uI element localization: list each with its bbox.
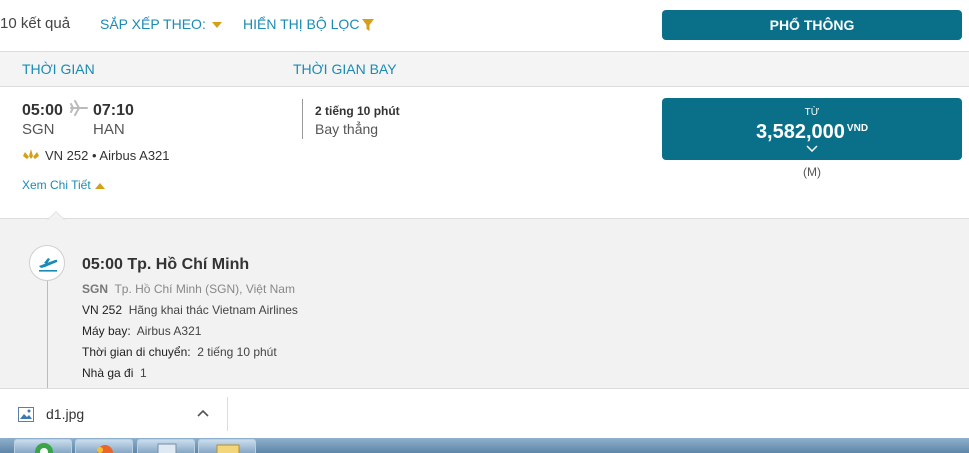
arrival-time: 07:10: [93, 102, 134, 119]
segment-terminal-label: Nhà ga đi: [82, 366, 134, 380]
flight-duration: 2 tiếng 10 phút: [315, 104, 400, 118]
segment-aircraft: Airbus A321: [136, 324, 202, 338]
segment-terminal: 1: [140, 366, 147, 380]
price-currency: VND: [846, 123, 869, 134]
segment-travel-time-label: Thời gian di chuyển:: [82, 345, 191, 359]
timeline-node: [29, 245, 65, 281]
nonstop-label: Bay thẳng: [315, 121, 379, 137]
taskbar-app-paint[interactable]: [75, 439, 133, 453]
column-header: THỜI GIAN THỜI GIAN BAY: [0, 52, 969, 87]
segment-operator: Hãng khai thác Vietnam Airlines: [128, 303, 298, 317]
fare-class: (M): [803, 165, 821, 179]
airline-lotus-icon: [23, 149, 39, 159]
taskbar-app-explorer[interactable]: [198, 439, 256, 453]
flight-number-aircraft: VN 252 • Airbus A321: [45, 148, 170, 163]
departure-time: 05:00: [22, 102, 63, 119]
caret-up-icon: [94, 182, 105, 189]
sort-label: SẮP XẾP THEO:: [100, 16, 206, 32]
segment-airport-code: SGN: [82, 282, 109, 296]
segment-title: 05:00 Tp. Hồ Chí Minh: [82, 256, 250, 273]
taskbar-app-notepad[interactable]: [137, 439, 195, 453]
download-file-name[interactable]: d1.jpg: [46, 406, 84, 422]
caret-down-icon: [211, 22, 222, 29]
segment-travel-time: 2 tiếng 10 phút: [197, 345, 277, 359]
download-separator: [227, 397, 228, 431]
price-from-label: TỪ: [804, 107, 820, 118]
timeline-line: [47, 280, 48, 388]
segment-aircraft-line: Máy bay: Airbus A321: [82, 324, 201, 338]
chrome-icon: [35, 443, 53, 453]
filter-label: HIỂN THỊ BỘ LỌC: [243, 16, 360, 32]
details-pointer-fill: [48, 212, 64, 220]
download-bar: d1.jpg: [0, 388, 969, 438]
takeoff-icon: [39, 258, 58, 272]
paint-icon: [97, 445, 113, 453]
vertical-divider: [302, 99, 303, 139]
chevron-up-icon[interactable]: [197, 409, 209, 417]
chevron-down-icon: [806, 145, 818, 152]
filter-toggle[interactable]: HIỂN THỊ BỘ LỌC: [243, 16, 375, 32]
column-time: THỜI GIAN: [22, 61, 95, 77]
flight-row[interactable]: 05:00 07:10 SGN HAN VN 252 • Airbus A321…: [0, 87, 969, 219]
price-amount: 3,582,000 VND: [662, 121, 962, 144]
view-details-label: Xem Chi Tiết: [22, 178, 91, 192]
arrival-airport-code: HAN: [93, 121, 125, 138]
taskbar-app-chrome[interactable]: [14, 439, 72, 453]
cabin-class-button[interactable]: PHỔ THÔNG: [662, 10, 962, 40]
folder-icon: [216, 444, 240, 453]
plane-icon: [70, 100, 88, 116]
results-count: 10 kết quả: [0, 15, 71, 32]
view-details-link[interactable]: Xem Chi Tiết: [22, 178, 105, 192]
segment-terminal-line: Nhà ga đi 1: [82, 366, 147, 380]
column-flight-time: THỜI GIAN BAY: [293, 61, 397, 77]
select-price-button[interactable]: TỪ 3,582,000 VND: [662, 98, 962, 160]
segment-airport-name: Tp. Hồ Chí Minh (SGN), Việt Nam: [114, 282, 295, 296]
price-value: 3,582,000: [755, 121, 845, 143]
notepad-icon: [157, 443, 177, 453]
image-file-icon: [18, 407, 34, 422]
sort-dropdown[interactable]: SẮP XẾP THEO:: [100, 16, 222, 32]
departure-airport-code: SGN: [22, 121, 55, 138]
segment-aircraft-label: Máy bay:: [82, 324, 131, 338]
taskbar: [0, 438, 969, 453]
segment-airport: SGN Tp. Hồ Chí Minh (SGN), Việt Nam: [82, 282, 295, 296]
segment-flight-no: VN 252: [82, 303, 123, 317]
segment-travel-time-line: Thời gian di chuyển: 2 tiếng 10 phút: [82, 345, 277, 359]
results-toolbar: 10 kết quả SẮP XẾP THEO: HIỂN THỊ BỘ LỌC…: [0, 0, 969, 52]
segment-flight-line: VN 252 Hãng khai thác Vietnam Airlines: [82, 303, 298, 317]
filter-icon: [362, 18, 375, 31]
